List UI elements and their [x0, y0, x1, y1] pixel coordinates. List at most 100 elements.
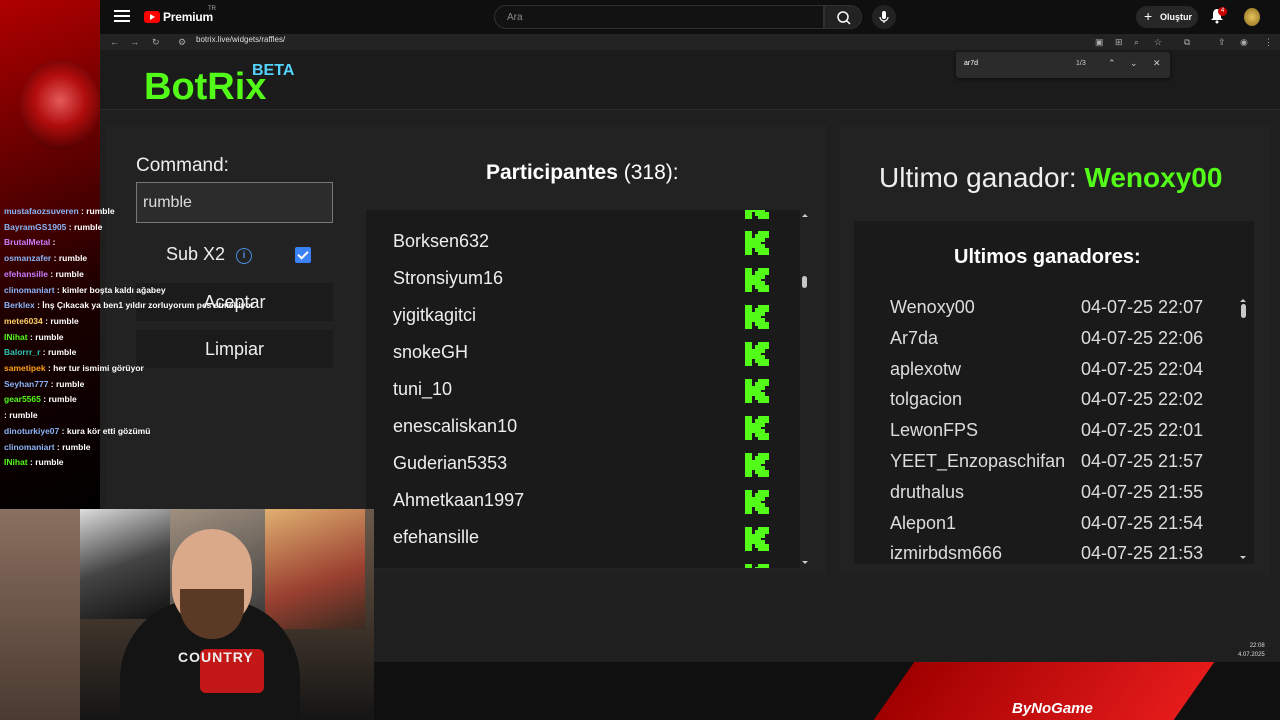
- screen-share-icon[interactable]: ▣: [1095, 37, 1104, 47]
- participant-name: Guderian5353: [393, 453, 508, 473]
- chat-username: BayramGS1905: [4, 221, 67, 232]
- winner-row: YEET_Enzopaschifan 04-07-25 21:57: [854, 451, 1239, 482]
- kick-icon: [744, 304, 770, 330]
- chat-username: osmanzafer: [4, 253, 52, 264]
- chat-text: rumble: [48, 394, 77, 405]
- kick-icon: [744, 526, 770, 552]
- chat-message: gear5565 : rumble: [4, 394, 77, 405]
- chat-message: Balorrr_r : rumble: [4, 347, 77, 358]
- winner-row: LewonFPS 04-07-25 22:01: [854, 420, 1239, 451]
- participant-row: efehansille: [366, 522, 800, 559]
- stream-art: [20, 60, 100, 150]
- chat-username: clinomaniart: [4, 441, 55, 452]
- reload-icon[interactable]: ↻: [152, 37, 160, 47]
- winner-name: Ar7da: [890, 327, 939, 348]
- chat-message: efehansille : rumble: [4, 268, 84, 279]
- last-winner-label: Ultimo ganador:: [879, 162, 1077, 193]
- find-previous-icon[interactable]: ⌃: [1108, 58, 1116, 69]
- find-in-page-bar: [956, 52, 1170, 78]
- winner-name: YEET_Enzopaschifan: [890, 451, 1066, 471]
- winner-date: 04-07-25 21:53: [1081, 543, 1204, 564]
- youtube-premium-label[interactable]: Premium: [163, 10, 213, 24]
- participant-row: Guderian5353: [366, 448, 800, 485]
- system-clock: 22:08 4.07.2025: [1238, 642, 1265, 660]
- kick-icon: [744, 210, 770, 220]
- bookmark-star-icon[interactable]: ☆: [1154, 37, 1162, 47]
- chat-message: sametipek : her tur ismimi görüyor: [4, 363, 144, 374]
- translate-icon[interactable]: ⊞: [1115, 37, 1123, 47]
- kick-icon: [744, 378, 770, 404]
- kick-icon: [744, 563, 770, 568]
- chat-text: rumble: [58, 253, 88, 264]
- winner-row: izmirbdsm666 04-07-25 21:53: [854, 543, 1239, 564]
- winner-name: Wenoxy00: [890, 297, 975, 317]
- beta-badge: BETA: [252, 62, 295, 79]
- zoom-icon[interactable]: ⌕: [1134, 37, 1139, 47]
- winner-row: Wenoxy00 04-07-25 22:07: [854, 297, 1239, 328]
- chat-message: clinomaniart : rumble: [4, 441, 91, 452]
- search-input[interactable]: Ara: [494, 5, 824, 29]
- shirt-text: COUNTRY: [178, 649, 254, 665]
- chat-username: sametipek: [4, 363, 46, 374]
- participant-row: Borksen632: [366, 226, 800, 263]
- winner-date: 04-07-25 22:06: [1081, 327, 1204, 348]
- hamburger-menu-icon[interactable]: [114, 10, 130, 24]
- chat-username: BrutalMetal: [4, 237, 51, 248]
- last-winner: Ultimo ganador: Wenoxy00: [879, 162, 1222, 194]
- winners-scrollbar[interactable]: [1238, 297, 1248, 564]
- chat-message: BayramGS1905 : rumble: [4, 221, 103, 232]
- plus-icon: +: [1144, 8, 1153, 24]
- chat-message: : rumble: [4, 410, 38, 421]
- participants-list[interactable]: Borksen632 Stronsiyum16 yigitkagitci snokeG…: [366, 210, 800, 568]
- extensions-icon[interactable]: ⧉: [1184, 37, 1190, 47]
- winners-scroll-thumb[interactable]: [1241, 304, 1246, 318]
- chat-text: kura kör etti gözümü: [66, 425, 151, 436]
- find-close-icon[interactable]: ✕: [1153, 58, 1161, 69]
- stream-banner: [374, 662, 1280, 720]
- address-bar[interactable]: botrix.live/widgets/raffles/: [196, 35, 285, 44]
- chat-username: efehansille: [4, 268, 48, 279]
- chat-message: dinoturkiye07 : kura kör etti gözümü: [4, 425, 151, 436]
- chat-text: rumble: [62, 441, 91, 452]
- winner-date: 04-07-25 21:55: [1081, 481, 1204, 502]
- chat-text: İnş Çıkacak ya ben1 yıldır zorluyorum pe…: [42, 300, 254, 311]
- back-icon[interactable]: ←: [110, 37, 119, 47]
- participants-title: Participantes (318):: [486, 161, 679, 185]
- participant-row: Ahmetkaan1997: [366, 485, 800, 522]
- list-item: [366, 559, 800, 568]
- account-avatar[interactable]: [1244, 8, 1260, 26]
- participants-scrollbar[interactable]: [800, 210, 810, 568]
- chat-message: BrutalMetal :: [4, 237, 56, 248]
- participant-name: Stronsiyum16: [393, 268, 504, 288]
- chat-username: clinomaniart: [4, 284, 55, 295]
- forward-icon[interactable]: →: [130, 37, 139, 47]
- participant-name: snokeGH: [393, 342, 469, 362]
- more-menu-icon[interactable]: ⋮: [1264, 37, 1273, 47]
- youtube-logo-icon[interactable]: [144, 11, 160, 23]
- winner-row: Ar7da 04-07-25 22:06: [854, 328, 1239, 359]
- chat-message: Berklex : İnş Çıkacak ya ben1 yıldır zor…: [4, 300, 254, 311]
- participants-scroll-thumb[interactable]: [802, 276, 807, 288]
- winners-list[interactable]: Wenoxy00 04-07-25 22:07 Ar7da 04-07-25 22:0…: [854, 297, 1239, 564]
- find-input[interactable]: ar7d: [964, 60, 978, 67]
- chat-username: Seyhan777: [4, 378, 49, 389]
- search-button[interactable]: [824, 5, 862, 29]
- participant-name: Borksen632: [393, 231, 490, 251]
- chat-text: rumble: [55, 268, 84, 279]
- winner-date: 04-07-25 22:04: [1081, 358, 1204, 379]
- chat-message: INihat : rumble: [4, 457, 64, 468]
- botrix-logo[interactable]: BotRix: [144, 66, 266, 109]
- site-info-icon[interactable]: ⚙: [178, 37, 186, 47]
- cast-icon[interactable]: ⇪: [1218, 37, 1226, 47]
- voice-search-button[interactable]: [872, 5, 896, 29]
- profile-icon[interactable]: ◉: [1240, 37, 1248, 47]
- command-label: Command:: [136, 155, 229, 176]
- participant-name: Ahmetkaan1997: [393, 490, 525, 510]
- winner-name: Alepon1: [890, 512, 957, 533]
- chat-username: Balorrr_r: [4, 347, 41, 358]
- webcam-feed: [0, 509, 374, 720]
- chat-text: rumble: [47, 347, 77, 358]
- find-next-icon[interactable]: ⌄: [1130, 58, 1138, 69]
- chat-message: mete6034 : rumble: [4, 315, 79, 326]
- clock-time: 22:08: [1249, 643, 1265, 649]
